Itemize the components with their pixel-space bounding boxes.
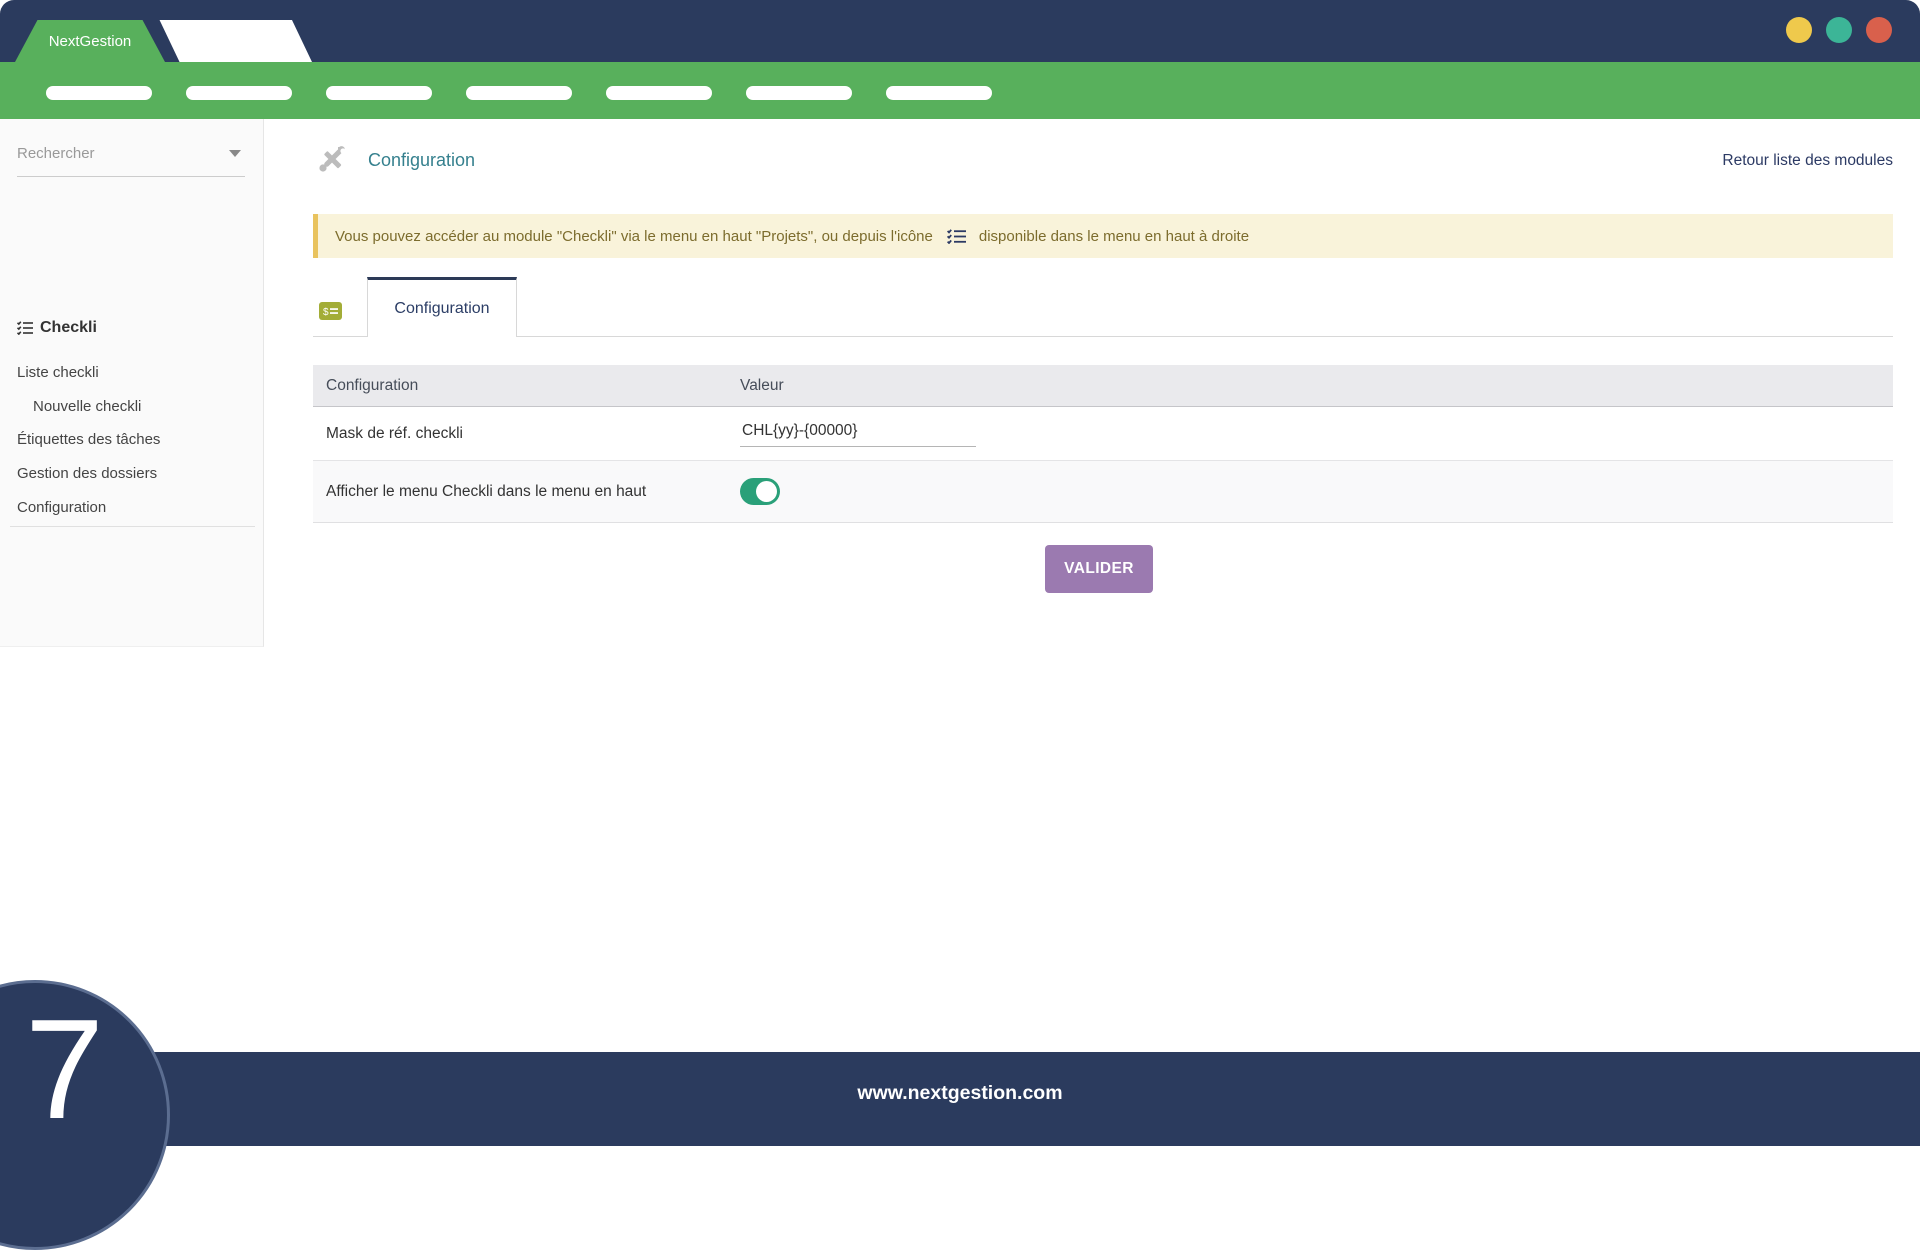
window-dots — [1786, 17, 1892, 43]
tab-label: Configuration — [394, 300, 489, 318]
menu-item-pill[interactable] — [606, 86, 712, 100]
sidebar-item-gestion-dossiers[interactable]: Gestion des dossiers — [17, 465, 157, 482]
page-number-badge: 7 — [0, 980, 170, 1250]
sidebar-divider — [10, 526, 255, 527]
brand-label: NextGestion — [49, 33, 132, 50]
table-row: Mask de réf. checkli — [313, 407, 1893, 461]
sidebar-item-nouvelle-checkli[interactable]: Nouvelle checkli — [33, 398, 141, 415]
page-number: 7 — [25, 999, 104, 1141]
sidebar-item-configuration[interactable]: Configuration — [17, 499, 106, 516]
top-menu-bar — [0, 62, 1920, 119]
menu-item-pill[interactable] — [326, 86, 432, 100]
mask-ref-input[interactable] — [740, 420, 976, 447]
chevron-down-icon — [229, 150, 241, 157]
footer-bar: www.nextgestion.com — [0, 1052, 1920, 1146]
page-title: Configuration — [368, 150, 475, 171]
notice-text-after: disponible dans le menu en haut à droite — [979, 228, 1249, 245]
footer-url: www.nextgestion.com — [0, 1082, 1920, 1105]
table-header-row: Configuration Valeur — [313, 365, 1893, 407]
money-icon: $ — [319, 302, 342, 325]
setting-label-show-menu: Afficher le menu Checkli dans le menu en… — [313, 483, 740, 501]
sidebar: Rechercher Checkli Liste checkli Nouvell… — [0, 119, 264, 647]
column-header-configuration: Configuration — [313, 377, 740, 395]
sidebar-section-label: Checkli — [40, 319, 97, 337]
toggle-knob — [756, 481, 777, 502]
brand-tab[interactable]: NextGestion — [15, 20, 165, 62]
top-bar: NextGestion — [0, 0, 1920, 62]
tab-configuration[interactable]: Configuration — [367, 277, 517, 337]
tab-baseline — [313, 336, 1893, 337]
menu-item-pill[interactable] — [46, 86, 152, 100]
notice-banner: Vous pouvez accéder au module "Checkli" … — [313, 214, 1893, 258]
checklist-icon — [17, 321, 33, 335]
redacted-brand-slab — [158, 20, 312, 62]
sidebar-item-liste-checkli[interactable]: Liste checkli — [17, 364, 99, 381]
search-input[interactable]: Rechercher — [17, 145, 245, 177]
svg-text:$: $ — [323, 307, 329, 318]
search-placeholder: Rechercher — [17, 145, 95, 162]
sidebar-section-checkli: Checkli — [17, 319, 97, 337]
menu-item-pill[interactable] — [886, 86, 992, 100]
menu-item-pill[interactable] — [186, 86, 292, 100]
notice-text-before: Vous pouvez accéder au module "Checkli" … — [335, 228, 933, 245]
window-dot-red[interactable] — [1866, 17, 1892, 43]
show-menu-toggle[interactable] — [740, 478, 780, 505]
window-dot-yellow[interactable] — [1786, 17, 1812, 43]
menu-item-pill[interactable] — [746, 86, 852, 100]
configuration-table: Configuration Valeur Mask de réf. checkl… — [313, 365, 1893, 523]
checklist-icon — [947, 229, 966, 244]
table-row: Afficher le menu Checkli dans le menu en… — [313, 461, 1893, 523]
menu-item-pill[interactable] — [466, 86, 572, 100]
back-to-modules-link[interactable]: Retour liste des modules — [1722, 152, 1893, 170]
column-header-valeur: Valeur — [740, 377, 1893, 395]
sidebar-item-etiquettes-taches[interactable]: Étiquettes des tâches — [17, 431, 160, 448]
valider-button[interactable]: VALIDER — [1045, 545, 1153, 593]
window-dot-teal[interactable] — [1826, 17, 1852, 43]
setting-label-mask: Mask de réf. checkli — [313, 425, 740, 443]
tools-icon — [316, 143, 348, 180]
